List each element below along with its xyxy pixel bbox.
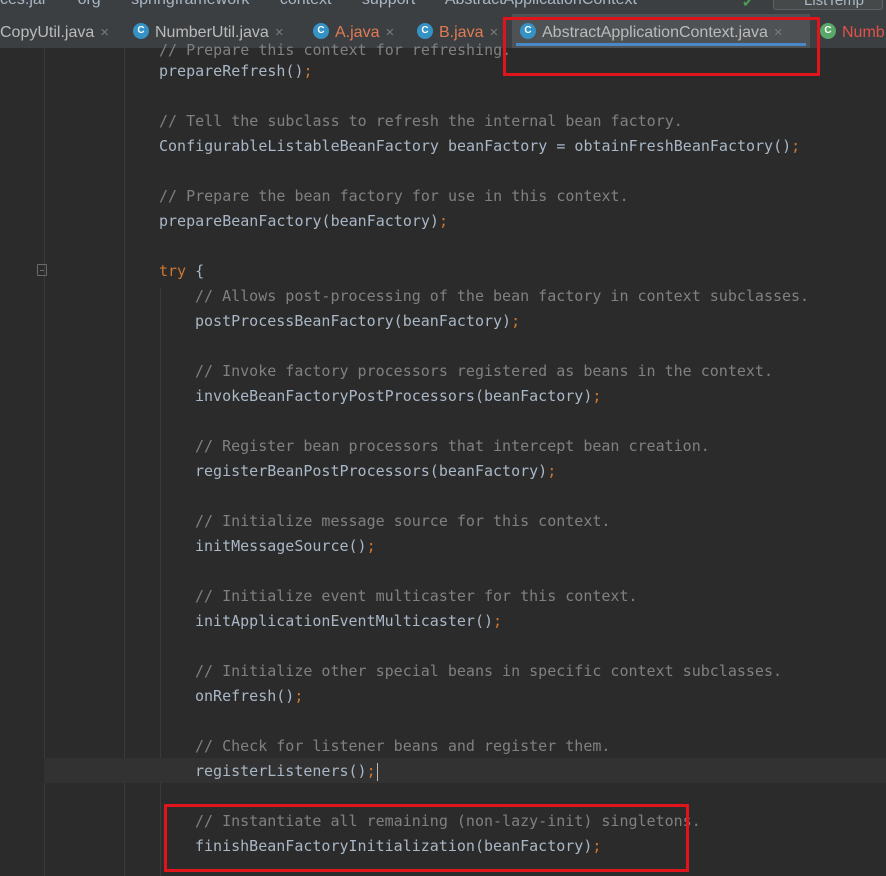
- code-line: prepareBeanFactory(beanFactory);: [159, 209, 448, 234]
- code-line: registerListeners();: [195, 759, 378, 784]
- code-text: registerListeners(): [195, 762, 367, 780]
- code-keyword: try: [159, 262, 187, 280]
- code-comment: // Initialize other special beans in spe…: [195, 662, 782, 680]
- code-punct: ;: [547, 462, 557, 480]
- code-text: prepareRefresh: [159, 62, 286, 80]
- current-line-highlight: [44, 758, 886, 783]
- indent-guide: [124, 48, 125, 876]
- code-comment: // Invoke factory processors registered …: [195, 362, 773, 380]
- code-editor[interactable]: // Prepare this context for refreshing. …: [0, 41, 886, 876]
- code-line: onRefresh();: [195, 684, 303, 709]
- code-comment: // Initialize message source for this co…: [195, 512, 611, 530]
- code-comment: // Allows post-processing of the bean fa…: [195, 287, 810, 305]
- code-line: try {: [159, 259, 204, 284]
- code-line: initMessageSource();: [195, 534, 376, 559]
- breadcrumb-item[interactable]: org: [78, 0, 101, 8]
- class-icon: C: [133, 22, 149, 39]
- tab-numb[interactable]: C Numb: [820, 14, 885, 48]
- indent-guide: [160, 288, 161, 876]
- class-icon: C: [313, 22, 329, 39]
- build-check-icon[interactable]: ✔: [742, 0, 754, 11]
- code-text: initApplicationEventMulticaster(): [195, 612, 494, 630]
- code-text: ConfigurableListableBeanFactory beanFact…: [159, 137, 792, 155]
- code-comment: // Register bean processors that interce…: [195, 437, 710, 455]
- code-punct: ;: [511, 312, 521, 330]
- highlight-box-finish-initialization: [164, 804, 689, 872]
- code-comment: // Initialize event multicaster for this…: [195, 587, 638, 605]
- code-text: postProcessBeanFactory(beanFactory): [195, 312, 512, 330]
- code-text: (): [285, 62, 304, 80]
- breadcrumb-item[interactable]: context: [280, 0, 332, 8]
- code-line: ConfigurableListableBeanFactory beanFact…: [159, 134, 800, 159]
- code-punct: ;: [791, 137, 801, 155]
- code-line: registerBeanPostProcessors(beanFactory);: [195, 459, 556, 484]
- code-line: postProcessBeanFactory(beanFactory);: [195, 309, 520, 334]
- tab-copyutil[interactable]: CopyUtil.java ×: [0, 14, 109, 48]
- class-icon: C: [820, 22, 836, 39]
- breadcrumb-item[interactable]: ces.jar: [0, 0, 47, 8]
- code-comment: // Tell the subclass to refresh the inte…: [159, 112, 683, 130]
- code-text: prepareBeanFactory(beanFactory): [159, 212, 439, 230]
- gutter-divider: [44, 48, 45, 876]
- tab-label: Numb: [842, 24, 885, 41]
- code-punct: ;: [592, 387, 602, 405]
- code-text: initMessageSource(): [195, 537, 367, 555]
- code-punct: ;: [366, 537, 376, 555]
- code-text: registerBeanPostProcessors(beanFactory): [195, 462, 548, 480]
- code-punct: ;: [303, 62, 313, 80]
- close-icon[interactable]: ×: [100, 24, 109, 41]
- code-comment: // Check for listener beans and register…: [195, 737, 611, 755]
- code-comment: // Prepare the bean factory for use in t…: [159, 187, 629, 205]
- code-punct: ;: [294, 687, 304, 705]
- tab-label: CopyUtil.java: [0, 24, 95, 41]
- code-punct: ;: [438, 212, 448, 230]
- run-configuration-selector[interactable]: ListTemp: [773, 0, 883, 10]
- highlight-box-active-tab: [503, 17, 820, 76]
- code-line: prepareRefresh();: [159, 59, 313, 84]
- code-text: {: [186, 262, 205, 280]
- breadcrumb-item[interactable]: support: [362, 0, 415, 8]
- text-caret: [376, 762, 378, 781]
- class-icon: C: [417, 22, 433, 39]
- navigation-breadcrumb: ces.jar org springframework context supp…: [0, 0, 886, 14]
- code-punct: ;: [493, 612, 503, 630]
- code-line: initApplicationEventMulticaster();: [195, 609, 502, 634]
- code-text: invokeBeanFactoryPostProcessors(beanFact…: [195, 387, 593, 405]
- breadcrumb-item[interactable]: AbstractApplicationContext: [445, 0, 637, 8]
- fold-icon[interactable]: [37, 264, 47, 276]
- code-punct: ;: [366, 762, 376, 780]
- code-line: invokeBeanFactoryPostProcessors(beanFact…: [195, 384, 601, 409]
- code-text: onRefresh(): [195, 687, 295, 705]
- breadcrumb-item[interactable]: springframework: [131, 0, 249, 8]
